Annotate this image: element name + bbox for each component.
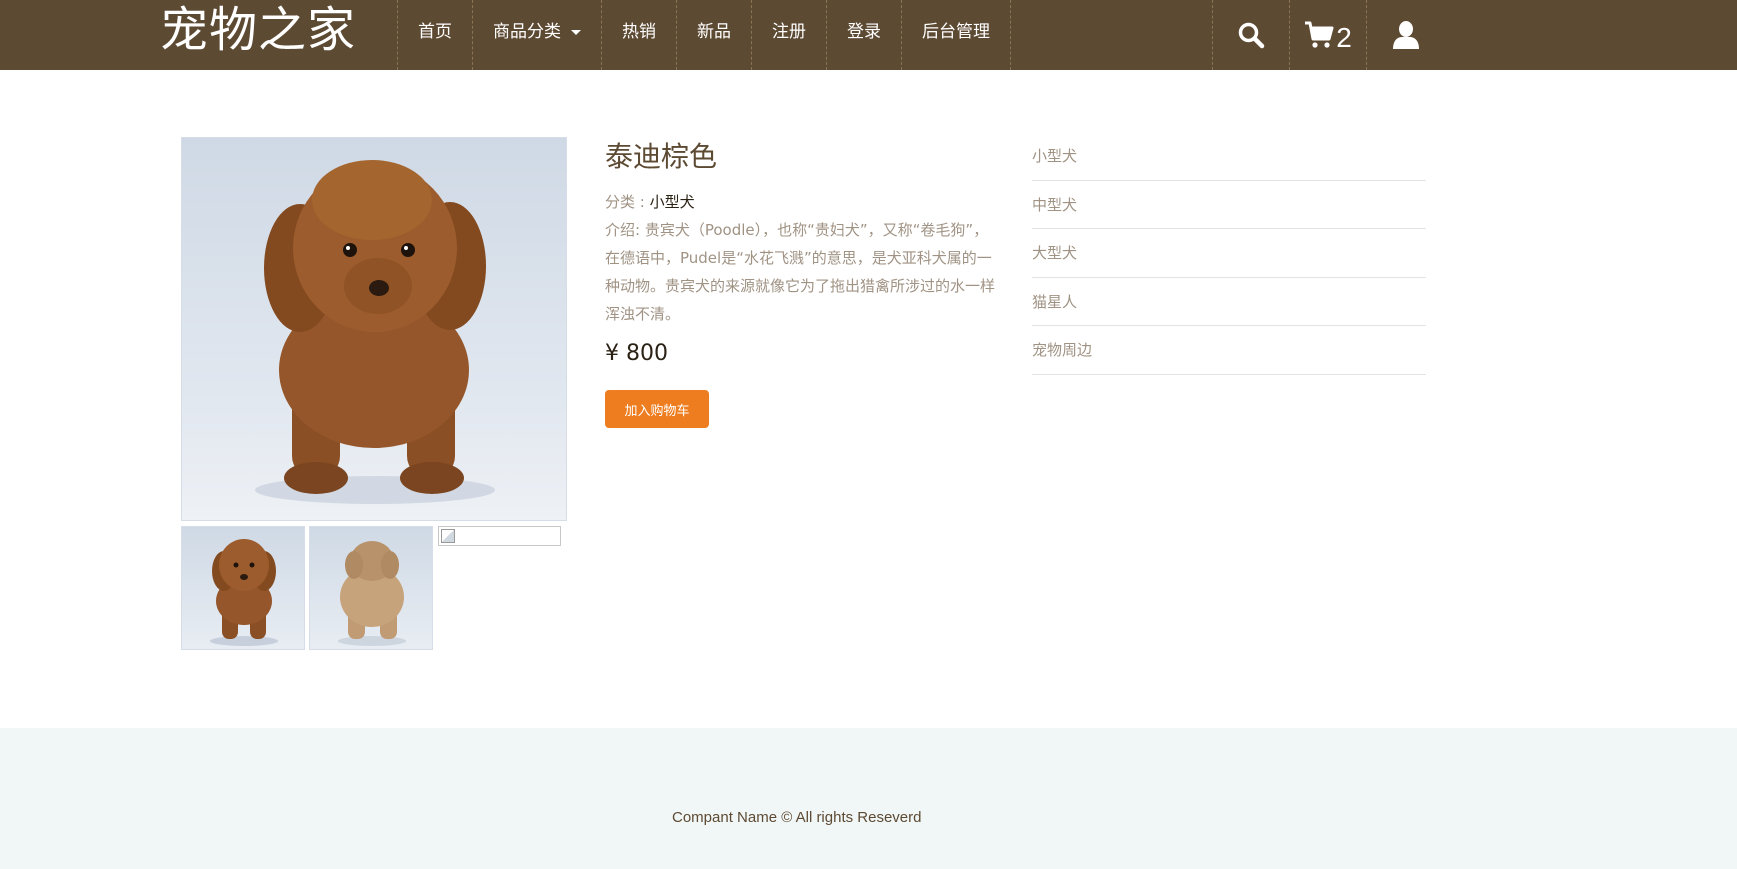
nav-item-label: 新品 (697, 22, 731, 42)
cart-icon (1305, 21, 1334, 48)
product-thumbnail-broken[interactable] (438, 526, 561, 546)
site-brand[interactable]: 宠物之家 (160, 0, 356, 60)
nav-item-label: 后台管理 (922, 22, 990, 42)
category-label: 分类 : (605, 193, 650, 211)
user-button[interactable] (1367, 0, 1444, 70)
product-thumbnail[interactable] (181, 526, 305, 650)
main-nav: 首页 商品分类 热销 新品 注册 登录 后台管理 (397, 0, 1011, 70)
category-value[interactable]: 小型犬 (650, 193, 695, 211)
sidebar-item-medium-dogs[interactable]: 中型犬 (1032, 181, 1426, 229)
nav-item-categories[interactable]: 商品分类 (473, 0, 602, 70)
search-button[interactable] (1213, 0, 1290, 70)
nav-item-admin[interactable]: 后台管理 (902, 0, 1011, 70)
nav-item-label: 登录 (847, 22, 881, 42)
nav-item-label: 首页 (418, 22, 452, 42)
nav-item-login[interactable]: 登录 (827, 0, 902, 70)
sidebar-item-cats[interactable]: 猫星人 (1032, 278, 1426, 326)
top-navbar: 宠物之家 首页 商品分类 热销 新品 注册 登录 后台管理 2 (0, 0, 1737, 70)
page-footer: Compant Name © All rights Reseverd (0, 728, 1737, 869)
add-to-cart-button[interactable]: 加入购物车 (605, 390, 709, 428)
nav-actions: 2 (1212, 0, 1444, 70)
caret-down-icon (571, 29, 581, 35)
product-main-image (181, 137, 567, 521)
poodle-back-photo (338, 541, 406, 646)
product-category: 分类 : 小型犬 (605, 191, 695, 212)
product-price: ¥ 800 (605, 341, 668, 366)
product-description: 介绍: 贵宾犬（Poodle），也称“贵妇犬”，又称“卷毛狗”，在德语中，Pud… (605, 221, 996, 323)
user-icon (1392, 21, 1419, 49)
cart-button[interactable]: 2 (1290, 0, 1367, 70)
sidebar-item-accessories[interactable]: 宠物周边 (1032, 326, 1426, 375)
nav-item-label: 注册 (772, 22, 806, 42)
broken-image-icon (441, 529, 455, 543)
poodle-front-photo (210, 539, 278, 646)
sidebar-item-large-dogs[interactable]: 大型犬 (1032, 229, 1426, 278)
category-sidebar: 小型犬 中型犬 大型犬 猫星人 宠物周边 (1032, 132, 1426, 375)
poodle-photo (255, 160, 495, 504)
nav-item-label: 商品分类 (493, 22, 561, 42)
nav-item-label: 热销 (622, 22, 656, 42)
product-title: 泰迪棕色 (605, 140, 718, 173)
nav-item-new[interactable]: 新品 (677, 0, 752, 70)
nav-item-register[interactable]: 注册 (752, 0, 827, 70)
product-thumbnail[interactable] (309, 526, 433, 650)
search-icon (1238, 22, 1265, 49)
cart-count-badge: 2 (1336, 22, 1352, 53)
copyright-text: Compant Name © All rights Reseverd (672, 809, 922, 826)
nav-item-hot[interactable]: 热销 (602, 0, 677, 70)
nav-item-home[interactable]: 首页 (398, 0, 473, 70)
sidebar-item-small-dogs[interactable]: 小型犬 (1032, 132, 1426, 181)
